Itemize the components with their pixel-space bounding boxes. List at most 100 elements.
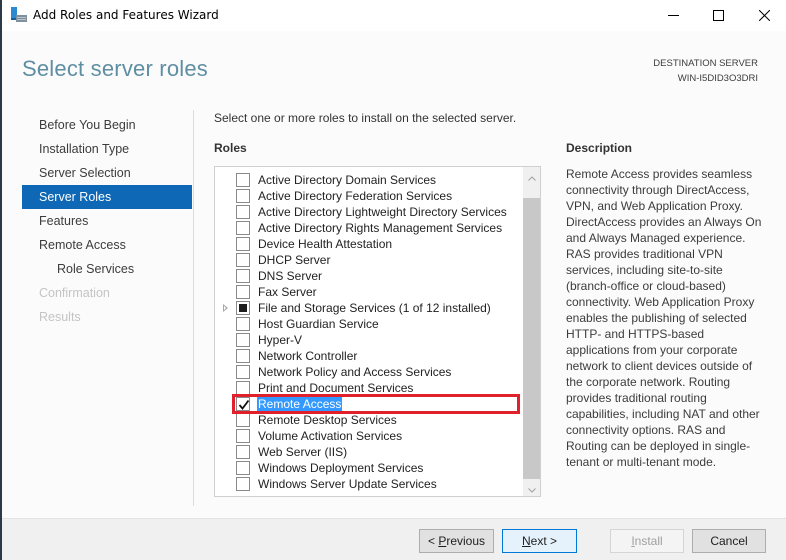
role-label: Hyper-V (258, 333, 303, 347)
role-checkbox[interactable] (236, 317, 250, 331)
role-label: Print and Document Services (258, 381, 414, 395)
role-checkbox[interactable] (236, 301, 250, 315)
role-checkbox[interactable] (236, 397, 250, 411)
scroll-down-button[interactable] (523, 479, 540, 496)
role-label: Active Directory Federation Services (258, 189, 453, 203)
role-item[interactable]: Remote Access (215, 396, 522, 412)
role-item[interactable]: Windows Server Update Services (215, 476, 522, 492)
nav-item-role-services[interactable]: Role Services (22, 257, 192, 281)
role-label: Fax Server (258, 285, 317, 299)
description-line: network to client devices outside of (566, 359, 753, 373)
role-checkbox[interactable] (236, 381, 250, 395)
role-item[interactable]: DHCP Server (215, 252, 522, 268)
nav-item-results: Results (39, 310, 81, 324)
scroll-up-button[interactable] (523, 167, 540, 184)
role-item[interactable]: Volume Activation Services (215, 428, 522, 444)
description-line: Remote Access provides seamless (566, 167, 753, 181)
next-button[interactable]: Next > (502, 529, 577, 553)
role-checkbox[interactable] (236, 461, 250, 475)
description-line: connectivity. Web Application Proxy (566, 295, 755, 309)
role-item[interactable]: Network Controller (215, 348, 522, 364)
next-rest: ext > (530, 534, 558, 548)
role-label: File and Storage Services (1 of 12 insta… (258, 301, 491, 315)
chevron-down-icon (527, 478, 536, 496)
role-label: DNS Server (258, 269, 323, 283)
role-checkbox[interactable] (236, 221, 250, 235)
previous-rest: revious (446, 534, 486, 548)
role-label: Network Controller (258, 349, 358, 363)
scroll-thumb[interactable] (523, 198, 540, 479)
role-item[interactable]: Print and Document Services (215, 380, 522, 396)
description-line: tenant or multi-tenant mode. (566, 455, 717, 469)
nav-item-installation-type[interactable]: Installation Type (22, 137, 192, 161)
description-line: (branch-office or cloud-based) (566, 279, 726, 293)
destination-server-info: DESTINATION SERVER WIN-I5DID3O3DRI (653, 56, 758, 86)
role-item[interactable]: Hyper-V (215, 332, 522, 348)
role-item[interactable]: File and Storage Services (1 of 12 insta… (215, 300, 522, 316)
role-item[interactable]: Network Policy and Access Services (215, 364, 522, 380)
nav-item-server-selection[interactable]: Server Selection (22, 161, 192, 185)
role-item[interactable]: Web Server (IIS) (215, 444, 522, 460)
server-manager-icon (10, 6, 28, 24)
cancel-button[interactable]: Cancel (692, 529, 766, 553)
nav-item-before-you-begin[interactable]: Before You Begin (22, 113, 192, 137)
roles-list[interactable]: Active Directory Domain Services Active D… (214, 166, 541, 497)
minimize-icon (667, 6, 679, 25)
role-checkbox[interactable] (236, 429, 250, 443)
description-text: Remote Access provides seamless connectiv… (566, 166, 771, 470)
nav-item-server-roles[interactable]: Server Roles (22, 185, 192, 209)
role-label: Remote Access (257, 396, 343, 412)
page-title: Select server roles (22, 56, 208, 81)
nav-item-features[interactable]: Features (22, 209, 192, 233)
role-checkbox[interactable] (236, 237, 250, 251)
role-checkbox[interactable] (236, 365, 250, 379)
wizard-nav: Before You Begin Installation Type Serve… (22, 113, 192, 329)
role-checkbox[interactable] (236, 205, 250, 219)
role-item[interactable]: Active Directory Lightweight Directory S… (215, 204, 522, 220)
role-item[interactable]: Host Guardian Service (215, 316, 522, 332)
role-item[interactable]: Active Directory Domain Services (215, 172, 522, 188)
role-checkbox[interactable] (236, 413, 250, 427)
close-button[interactable] (741, 0, 786, 31)
role-checkbox[interactable] (236, 445, 250, 459)
title-bar[interactable]: Add Roles and Features Wizard (2, 0, 786, 31)
maximize-icon (712, 6, 724, 25)
role-item[interactable]: Active Directory Rights Management Servi… (215, 220, 522, 236)
description-line: provides traditional routing (566, 391, 707, 405)
maximize-button[interactable] (695, 0, 741, 31)
expand-arrow-icon[interactable] (223, 304, 228, 312)
role-item[interactable]: Device Health Attestation (215, 236, 522, 252)
role-checkbox[interactable] (236, 333, 250, 347)
role-item[interactable]: Fax Server (215, 284, 522, 300)
nav-item-remote-access[interactable]: Remote Access (22, 233, 192, 257)
role-checkbox[interactable] (236, 173, 250, 187)
roles-scrollbar[interactable] (523, 167, 540, 496)
description-line: and Always Managed experience. (566, 231, 746, 245)
role-item[interactable]: DNS Server (215, 268, 522, 284)
description-line: Routing can be deployed in single- (566, 439, 751, 453)
role-label: Remote Desktop Services (258, 413, 397, 427)
previous-button[interactable]: < Previous (419, 529, 494, 553)
role-label: Windows Server Update Services (258, 477, 437, 491)
role-checkbox[interactable] (236, 253, 250, 267)
nav-divider (193, 110, 194, 506)
role-label: Network Policy and Access Services (258, 365, 452, 379)
description-line: the corporate network. Routing (566, 375, 731, 389)
role-checkbox[interactable] (236, 269, 250, 283)
description-line: HTTP- and HTTPS-based (566, 327, 705, 341)
description-line: connectivity options. RAS and (566, 423, 726, 437)
description-line: connectivity through DirectAccess, (566, 183, 750, 197)
description-line: capabilities, including NAT and other (566, 407, 760, 421)
role-checkbox[interactable] (236, 189, 250, 203)
description-line: applications from your corporate (566, 343, 738, 357)
nav-item-confirmation: Confirmation (39, 286, 110, 300)
minimize-button[interactable] (650, 0, 696, 31)
role-checkbox[interactable] (236, 285, 250, 299)
role-label: Active Directory Rights Management Servi… (258, 221, 503, 235)
role-item[interactable]: Windows Deployment Services (215, 460, 522, 476)
role-item[interactable]: Active Directory Federation Services (215, 188, 522, 204)
role-checkbox[interactable] (236, 349, 250, 363)
role-item[interactable]: Remote Desktop Services (215, 412, 522, 428)
role-label: Device Health Attestation (258, 237, 393, 251)
role-checkbox[interactable] (236, 477, 250, 491)
